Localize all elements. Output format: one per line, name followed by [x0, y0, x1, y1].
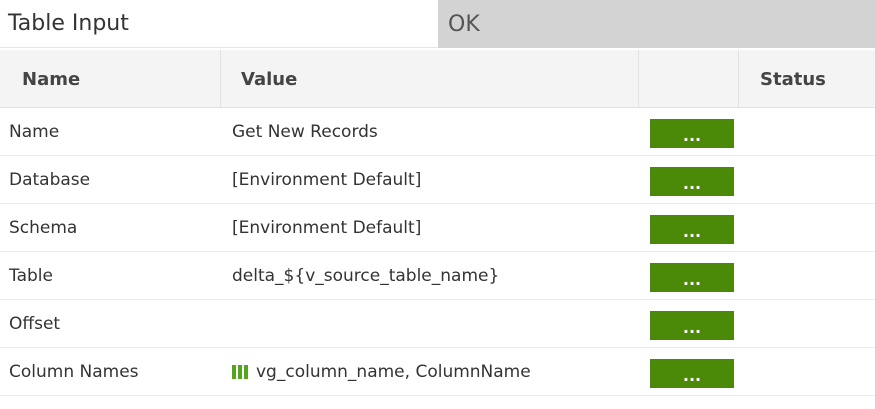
property-name: Database: [9, 169, 91, 190]
property-value-text: [Environment Default]: [232, 169, 422, 190]
column-header-status: Status: [760, 68, 826, 90]
property-value[interactable]: Get New Records: [232, 108, 378, 155]
edit-property-button[interactable]: ...: [650, 119, 734, 148]
table-row[interactable]: Schema [Environment Default] ...: [0, 204, 875, 252]
property-value-text: vg_column_name, ColumnName: [256, 361, 531, 382]
property-name: Name: [9, 121, 60, 142]
property-name: Schema: [9, 217, 78, 238]
column-header-value: Value: [221, 50, 639, 108]
property-value-text: [Environment Default]: [232, 217, 422, 238]
column-header-action: [639, 50, 739, 108]
table-row[interactable]: Database [Environment Default] ...: [0, 156, 875, 204]
table-row[interactable]: Table delta_${v_source_table_name} ...: [0, 252, 875, 300]
property-value[interactable]: [Environment Default]: [232, 204, 421, 251]
property-value[interactable]: vg_column_name, ColumnName: [232, 348, 531, 395]
ok-button[interactable]: OK: [438, 0, 875, 48]
edit-property-button[interactable]: ...: [650, 263, 734, 292]
property-value-text: delta_${v_source_table_name}: [232, 265, 500, 286]
dialog-title-bar: Table Input OK: [0, 0, 875, 48]
property-value-text: Get New Records: [232, 121, 378, 142]
column-header-name: Name: [0, 50, 221, 108]
property-name: Column Names: [9, 361, 139, 382]
property-value[interactable]: delta_${v_source_table_name}: [232, 252, 499, 299]
table-row[interactable]: Offset ...: [0, 300, 875, 348]
dialog-title: Table Input: [0, 0, 438, 48]
property-name: Offset: [9, 313, 61, 334]
edit-property-button[interactable]: ...: [650, 311, 734, 340]
property-value[interactable]: [Environment Default]: [232, 156, 421, 203]
properties-table-body: Name Get New Records ... Database [Envir…: [0, 108, 875, 396]
properties-table-header: Name Value Status: [0, 50, 875, 108]
edit-property-button[interactable]: ...: [650, 359, 734, 388]
table-row[interactable]: Name Get New Records ...: [0, 108, 875, 156]
property-name: Table: [9, 265, 53, 286]
table-input-dialog: Table Input OK Name Value Status Name Ge…: [0, 0, 875, 409]
edit-property-button[interactable]: ...: [650, 167, 734, 196]
variable-icon: [232, 364, 248, 379]
edit-property-button[interactable]: ...: [650, 215, 734, 244]
table-row[interactable]: Column Names vg_column_name, ColumnName …: [0, 348, 875, 396]
